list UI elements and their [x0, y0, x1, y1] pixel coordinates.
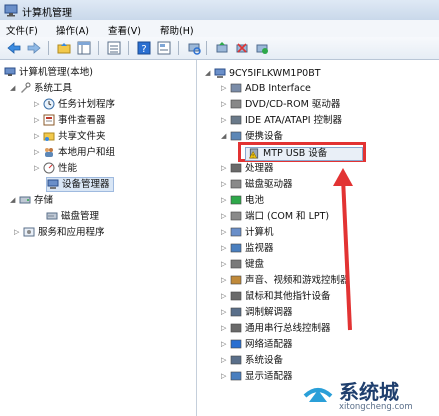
- watermark-url: xitongcheng.com: [339, 402, 413, 412]
- watermark: 系统城 xitongcheng.com: [299, 372, 439, 416]
- red-arrow: [333, 168, 353, 331]
- watermark-logo-icon: [303, 388, 333, 402]
- watermark-text: 系统城: [339, 380, 399, 404]
